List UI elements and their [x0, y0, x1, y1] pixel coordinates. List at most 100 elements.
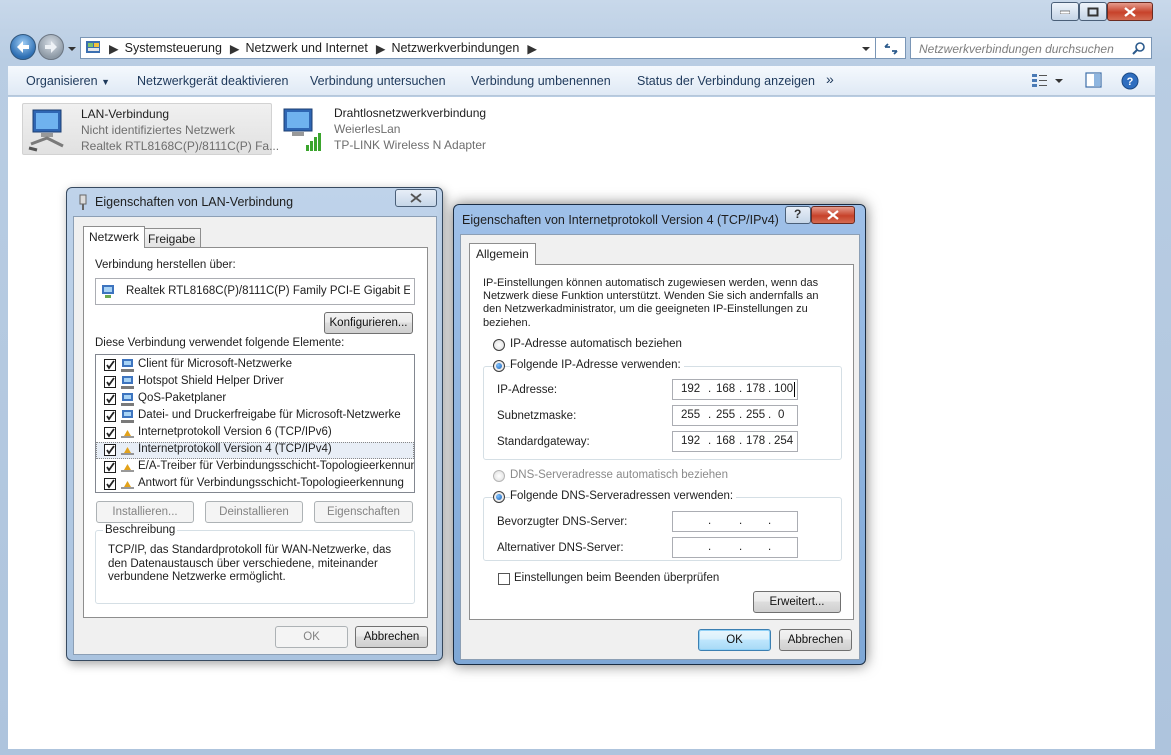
search-icon: [1132, 42, 1145, 55]
tab-network[interactable]: Netzwerk: [83, 226, 146, 248]
tab-general[interactable]: Allgemein: [469, 243, 536, 265]
list-item[interactable]: Internetprotokoll Version 6 (TCP/IPv6): [96, 425, 414, 442]
list-item[interactable]: Internetprotokoll Version 4 (TCP/IPv4): [96, 442, 414, 459]
search-input[interactable]: Netzwerkverbindungen durchsuchen: [910, 37, 1152, 59]
rename-connection-button[interactable]: Verbindung umbenennen: [471, 74, 611, 88]
help-icon[interactable]: ?: [1121, 72, 1139, 90]
list-item[interactable]: Hotspot Shield Helper Driver: [96, 374, 414, 391]
preview-pane-icon[interactable]: [1085, 72, 1103, 90]
minimize-button[interactable]: [1051, 2, 1079, 21]
breadcrumb-separator-icon[interactable]: ▶: [527, 41, 537, 56]
item-checkbox[interactable]: [104, 461, 116, 473]
refresh-button[interactable]: [876, 37, 906, 59]
install-button[interactable]: Installieren...: [96, 501, 194, 523]
connection-status-button[interactable]: Status der Verbindung anzeigen: [637, 74, 815, 88]
ip-octet: 168: [716, 383, 736, 395]
validate-checkbox[interactable]: [498, 573, 510, 585]
tab-sharing[interactable]: Freigabe: [142, 228, 202, 248]
preferred-dns-label: Bevorzugter DNS-Server:: [497, 516, 628, 528]
ok-button[interactable]: OK: [275, 626, 348, 648]
gateway-label: Standardgateway:: [497, 436, 590, 448]
ip-octet: 254: [774, 435, 794, 447]
item-label: Internetprotokoll Version 6 (TCP/IPv6): [138, 426, 332, 438]
deactivate-device-button[interactable]: Netzwerkgerät deaktivieren: [137, 74, 288, 88]
forward-button[interactable]: [38, 34, 64, 60]
ok-button[interactable]: OK: [698, 629, 771, 651]
manual-dns-label: Folgende DNS-Serveradressen verwenden:: [510, 490, 737, 502]
breadcrumb-item[interactable]: Netzwerk und Internet: [246, 41, 368, 55]
minimize-icon: [1060, 10, 1070, 14]
configure-button[interactable]: Konfigurieren...: [324, 312, 413, 334]
manual-ip-radio[interactable]: [493, 360, 505, 372]
list-item[interactable]: Client für Microsoft-Netzwerke: [96, 357, 414, 374]
breadcrumb-separator-icon[interactable]: ▶: [230, 41, 240, 56]
breadcrumb-item[interactable]: Netzwerkverbindungen: [391, 41, 519, 55]
manual-dns-radio[interactable]: [493, 491, 505, 503]
item-checkbox[interactable]: [104, 359, 116, 371]
checkmark-icon: [106, 411, 115, 421]
connection-adapter: TP-LINK Wireless N Adapter: [334, 138, 487, 152]
address-bar[interactable]: ▶ Systemsteuerung ▶ Netzwerk und Interne…: [80, 37, 876, 59]
address-dropdown-icon[interactable]: [861, 44, 871, 54]
item-checkbox[interactable]: [104, 478, 116, 490]
advanced-button[interactable]: Erweitert...: [753, 591, 841, 613]
chevron-down-icon: ▼: [101, 77, 110, 87]
list-item[interactable]: Datei- und Druckerfreigabe für Microsoft…: [96, 408, 414, 425]
gateway-field[interactable]: 192 . 168 . 178 . 254: [672, 431, 798, 452]
subnet-mask-label: Subnetzmaske:: [497, 410, 577, 422]
list-item[interactable]: E/A-Treiber für Verbindungsschicht-Topol…: [96, 459, 414, 476]
item-checkbox[interactable]: [104, 393, 116, 405]
dialog-close-button[interactable]: [395, 189, 437, 207]
item-checkbox[interactable]: [104, 376, 116, 388]
protocol-icon: [121, 447, 134, 455]
dialog-close-button[interactable]: [811, 206, 855, 224]
connection-item-wireless[interactable]: Drahtlosnetzwerkverbindung WeierlesLan T…: [276, 103, 526, 155]
list-item[interactable]: QoS-Paketplaner: [96, 391, 414, 408]
protocol-icon: [121, 430, 134, 438]
preferred-dns-field[interactable]: . . .: [672, 511, 798, 532]
help-button[interactable]: ?: [785, 206, 811, 224]
components-list[interactable]: Client für Microsoft-Netzwerke Hotspot S…: [95, 354, 415, 493]
checkmark-icon: [106, 377, 115, 387]
cancel-button[interactable]: Abbrechen: [779, 629, 852, 651]
list-item[interactable]: Antwort für Verbindungsschicht-Topologie…: [96, 476, 414, 492]
auto-ip-radio[interactable]: [493, 339, 505, 351]
item-checkbox[interactable]: [104, 427, 116, 439]
client-icon: [121, 376, 134, 389]
more-commands-button[interactable]: »: [826, 71, 834, 87]
item-checkbox[interactable]: [104, 410, 116, 422]
item-label: Datei- und Druckerfreigabe für Microsoft…: [138, 409, 401, 421]
properties-button[interactable]: Eigenschaften: [314, 501, 413, 523]
ip-octet: 192: [681, 435, 701, 447]
alternate-dns-field[interactable]: . . .: [672, 537, 798, 558]
breadcrumb-item[interactable]: Systemsteuerung: [125, 41, 222, 55]
connection-network: Nicht identifiziertes Netzwerk: [81, 123, 236, 137]
view-options-icon[interactable]: [1031, 72, 1065, 90]
back-button[interactable]: [10, 34, 36, 60]
maximize-button[interactable]: [1079, 2, 1107, 21]
subnet-mask-field[interactable]: 255 . 255 . 255 . 0: [672, 405, 798, 426]
intro-text: IP-Einstellungen können automatisch zuge…: [483, 277, 819, 329]
maximize-icon: [1087, 7, 1099, 16]
connection-item-lan[interactable]: LAN-Verbindung Nicht identifiziertes Net…: [22, 103, 279, 155]
breadcrumb-separator-icon[interactable]: ▶: [376, 41, 386, 56]
ip-address-field[interactable]: 192 . 168 . 178 . 100: [672, 379, 798, 400]
connection-network: WeierlesLan: [334, 122, 401, 136]
diagnose-connection-button[interactable]: Verbindung untersuchen: [310, 74, 446, 88]
breadcrumb-separator-icon[interactable]: ▶: [109, 41, 119, 56]
auto-ip-label: IP-Adresse automatisch beziehen: [510, 338, 682, 350]
ip-dot: .: [739, 515, 743, 527]
cancel-button[interactable]: Abbrechen: [355, 626, 428, 648]
item-checkbox[interactable]: [104, 444, 116, 456]
ip-dot: .: [768, 409, 772, 421]
ip-dot: .: [768, 383, 772, 395]
checkmark-icon: [106, 394, 115, 404]
history-dropdown-icon[interactable]: [67, 44, 77, 54]
checkmark-icon: [106, 462, 115, 472]
wireless-adapter-icon: [283, 108, 321, 151]
auto-dns-radio[interactable]: [493, 470, 505, 482]
close-button[interactable]: [1107, 2, 1153, 21]
organize-menu[interactable]: Organisieren ▼: [26, 74, 110, 88]
arrow-right-icon: [45, 41, 57, 53]
uninstall-button[interactable]: Deinstallieren: [205, 501, 303, 523]
